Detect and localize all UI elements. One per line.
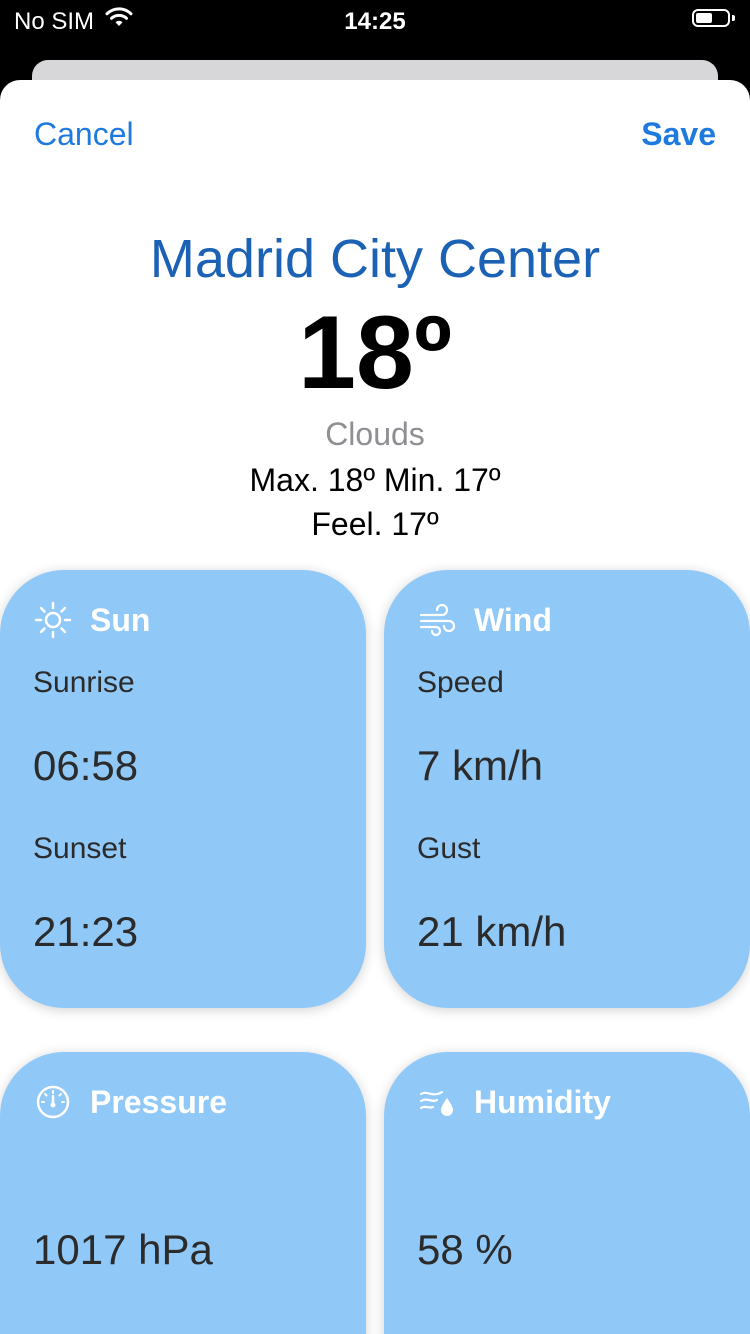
sunset-value: 21:23 xyxy=(33,908,139,955)
clock-time: 14:25 xyxy=(344,8,406,35)
current-temperature: 18º xyxy=(298,295,452,411)
humidity-card-title: Humidity xyxy=(474,1083,611,1120)
city-name: Madrid City Center xyxy=(149,229,601,289)
sunrise-value: 06:58 xyxy=(33,742,139,789)
weather-sheet: Cancel Save Madrid City Center 18º Cloud… xyxy=(0,80,750,1334)
sunset-label: Sunset xyxy=(33,832,127,865)
cancel-button[interactable]: Cancel xyxy=(34,116,134,153)
sun-card-title: Sun xyxy=(90,601,151,638)
feels-like-temperature: Feel. 17º xyxy=(311,506,439,542)
humidity-card: Humidity 58 % xyxy=(384,1052,750,1334)
wind-card-header: Wind xyxy=(418,600,552,640)
wind-card: Wind Speed 7 km/h Gust 21 km/h xyxy=(384,570,750,1008)
status-bar: No SIM 14:25 xyxy=(0,0,750,42)
sunrise-label: Sunrise xyxy=(33,666,135,699)
pressure-card-header: Pressure xyxy=(34,1082,227,1122)
sun-card-header: Sun xyxy=(34,600,150,640)
sun-icon xyxy=(34,601,72,639)
wind-icon xyxy=(418,601,456,639)
pressure-value: 1017 hPa xyxy=(33,1226,213,1273)
weather-condition: Clouds xyxy=(325,416,425,452)
wind-gust-label: Gust xyxy=(417,832,481,865)
humidity-icon xyxy=(418,1083,456,1121)
max-min-temperature: Max. 18º Min. 17º xyxy=(249,462,501,498)
wind-speed-label: Speed xyxy=(417,666,504,699)
battery-icon xyxy=(692,9,736,29)
pressure-card-title: Pressure xyxy=(90,1083,227,1120)
humidity-card-header: Humidity xyxy=(418,1082,611,1122)
save-button[interactable]: Save xyxy=(641,116,716,153)
gauge-icon xyxy=(34,1083,72,1121)
humidity-value: 58 % xyxy=(417,1226,513,1273)
wind-gust-value: 21 km/h xyxy=(417,908,567,955)
wind-speed-value: 7 km/h xyxy=(417,742,544,789)
sun-card: Sun Sunrise 06:58 Sunset 21:23 xyxy=(0,570,366,1008)
pressure-card: Pressure 1017 hPa xyxy=(0,1052,366,1334)
wind-card-title: Wind xyxy=(474,601,552,638)
